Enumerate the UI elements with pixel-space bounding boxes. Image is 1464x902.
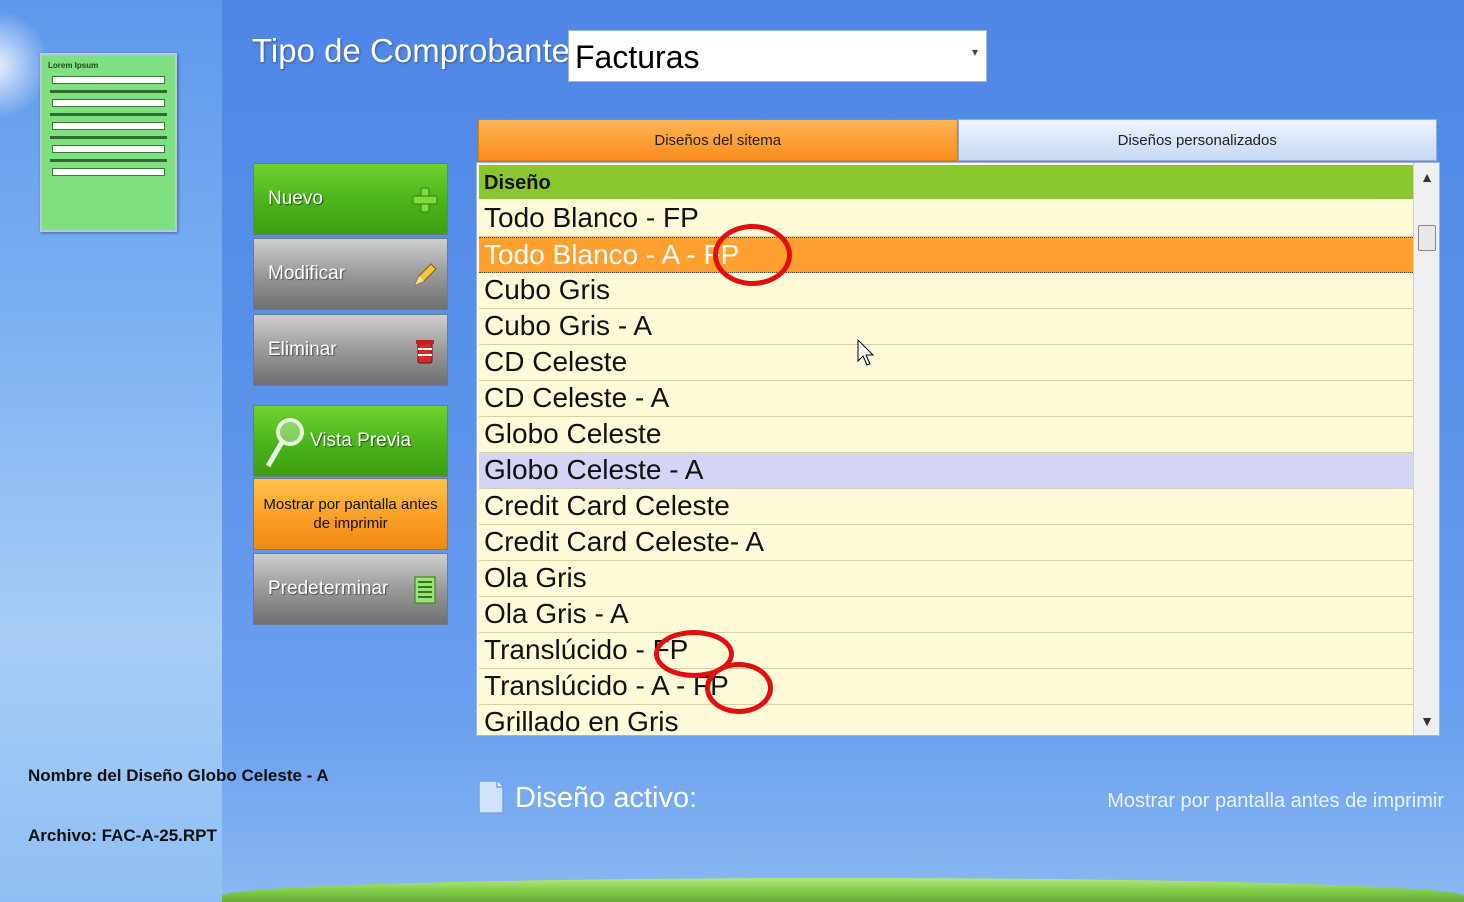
table-row-active[interactable]: Globo Celeste - A [479, 453, 1413, 489]
modificar-button[interactable]: Modificar [253, 238, 448, 310]
column-header-diseno[interactable]: Diseño [479, 165, 1413, 199]
table-row[interactable]: Translúcido - FP [479, 633, 1413, 669]
thumbnail-block [52, 76, 165, 84]
table-row[interactable]: CD Celeste - A [479, 381, 1413, 417]
design-grid: Diseño Todo Blanco - FP Todo Blanco - A … [476, 162, 1440, 736]
mostrar-pantalla-label: Mostrar por pantalla antes de imprimir [263, 495, 438, 533]
table-row[interactable]: Credit Card Celeste- A [479, 525, 1413, 561]
table-row[interactable]: Ola Gris [479, 561, 1413, 597]
design-name-label: Nombre del Diseño Globo Celeste - A [28, 766, 329, 785]
plus-icon [412, 187, 438, 213]
vertical-scrollbar[interactable]: ▲ ▼ [1413, 163, 1439, 735]
thumbnail-block [52, 168, 165, 176]
tipo-comprobante-label: Tipo de Comprobante: [252, 32, 580, 69]
table-row[interactable]: Ola Gris - A [479, 597, 1413, 633]
design-rows: Todo Blanco - FP Todo Blanco - A - FP Cu… [479, 201, 1413, 735]
highlight-circle [705, 662, 773, 714]
thumbnail-block [52, 145, 165, 153]
thumbnail-block [52, 99, 165, 107]
table-row[interactable]: Cubo Gris - A [479, 309, 1413, 345]
mouse-cursor-icon [857, 339, 875, 366]
modificar-label: Modificar [268, 263, 346, 284]
tipo-comprobante-select[interactable]: Facturas ▾ [568, 30, 987, 82]
list-document-icon [414, 576, 436, 604]
document-icon [478, 780, 504, 814]
nuevo-label: Nuevo [268, 188, 323, 209]
table-row[interactable]: Globo Celeste [479, 417, 1413, 453]
table-row[interactable]: Credit Card Celeste [479, 489, 1413, 525]
vista-previa-button[interactable]: Vista Previa [253, 405, 448, 477]
tab-disenos-personalizados-label: Diseños personalizados [1117, 131, 1277, 149]
design-tabs: Diseños del sitema Diseños personalizado… [478, 119, 1437, 161]
show-before-print-status: Mostrar por pantalla antes de imprimir [1107, 790, 1444, 812]
pencil-icon [414, 263, 437, 286]
tab-disenos-personalizados[interactable]: Diseños personalizados [957, 119, 1437, 161]
eliminar-button[interactable]: Eliminar [253, 314, 448, 386]
table-row[interactable]: Grillado en Gris [479, 705, 1413, 735]
eliminar-label: Eliminar [268, 339, 337, 360]
grass-decoration [222, 878, 1464, 902]
tipo-comprobante-value: Facturas [575, 39, 700, 75]
scroll-thumb[interactable] [1418, 225, 1436, 251]
predeterminar-button[interactable]: Predeterminar [253, 553, 448, 625]
tab-disenos-sistema[interactable]: Diseños del sitema [478, 119, 958, 161]
thumbnail-title: Lorem Ipsum [48, 61, 99, 70]
table-row[interactable]: CD Celeste [479, 345, 1413, 381]
nuevo-button[interactable]: Nuevo [253, 163, 448, 235]
chevron-down-icon[interactable]: ▾ [972, 45, 978, 59]
scroll-up-icon[interactable]: ▲ [1414, 169, 1439, 185]
design-thumbnail: Lorem Ipsum [40, 53, 177, 232]
thumbnail-line [50, 90, 167, 93]
table-row[interactable]: Todo Blanco - FP [479, 201, 1413, 237]
thumbnail-line [50, 136, 167, 139]
table-row-selected[interactable]: Todo Blanco - A - FP [479, 237, 1413, 273]
scroll-down-icon[interactable]: ▼ [1414, 713, 1439, 729]
mostrar-pantalla-toggle[interactable]: Mostrar por pantalla antes de imprimir [253, 478, 448, 550]
active-design-label: Diseño activo: [515, 782, 698, 814]
highlight-circle [713, 224, 792, 286]
tab-disenos-sistema-label: Diseños del sitema [654, 131, 782, 149]
design-file-label: Archivo: FAC-A-25.RPT [28, 826, 217, 845]
predeterminar-label: Predeterminar [268, 578, 389, 599]
thumbnail-line [50, 159, 167, 162]
magnifier-icon [265, 418, 304, 468]
vista-previa-label: Vista Previa [310, 430, 412, 451]
table-row[interactable]: Translúcido - A - FP [479, 669, 1413, 705]
thumbnail-line [50, 113, 167, 116]
thumbnail-block [52, 122, 165, 130]
trash-icon [416, 340, 434, 364]
table-row[interactable]: Cubo Gris [479, 273, 1413, 309]
